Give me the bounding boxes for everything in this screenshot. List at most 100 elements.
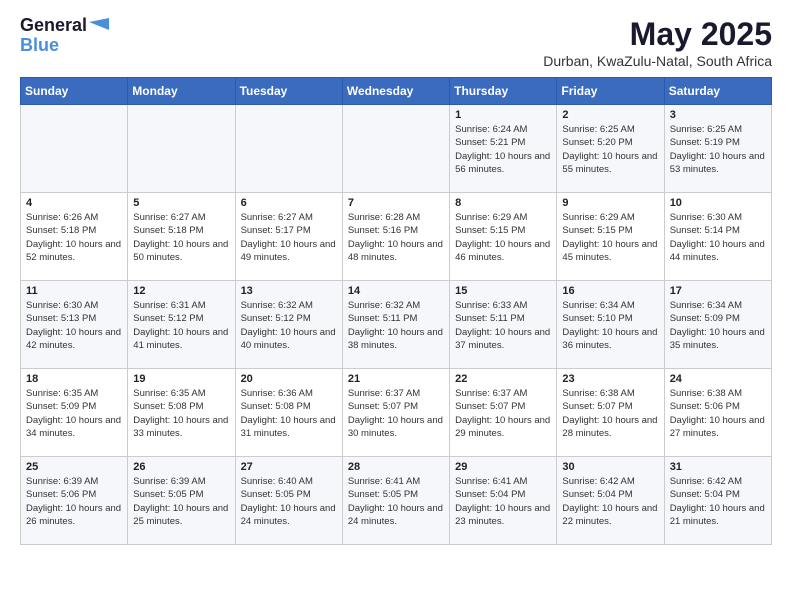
day-content: Sunrise: 6:42 AM Sunset: 5:04 PM Dayligh…: [562, 475, 658, 528]
day-cell: 15 Sunrise: 6:33 AM Sunset: 5:11 PM Dayli…: [450, 281, 557, 369]
day-content: Sunrise: 6:35 AM Sunset: 5:08 PM Dayligh…: [133, 387, 229, 440]
day-number: 5: [133, 197, 229, 209]
day-content: Sunrise: 6:40 AM Sunset: 5:05 PM Dayligh…: [241, 475, 337, 528]
header-cell-friday: Friday: [557, 78, 664, 105]
day-cell: 12Sunrise: 6:31 AM Sunset: 5:12 PM Dayli…: [128, 281, 235, 369]
day-number: 31: [670, 461, 766, 473]
day-number: 29: [455, 461, 551, 473]
day-number: 17: [670, 285, 766, 297]
week-row-4: 18 Sunrise: 6:35 AM Sunset: 5:09 PM Dayli…: [21, 369, 772, 457]
day-cell: 3 Sunrise: 6:25 AM Sunset: 5:19 PM Daylig…: [664, 105, 771, 193]
day-content: Sunrise: 6:27 AM Sunset: 5:17 PM Dayligh…: [241, 211, 337, 264]
week-row-2: 4 Sunrise: 6:26 AM Sunset: 5:18 PM Daylig…: [21, 193, 772, 281]
day-number: 4: [26, 197, 122, 209]
logo: General Blue: [20, 16, 109, 56]
day-content: Sunrise: 6:41 AM Sunset: 5:04 PM Dayligh…: [455, 475, 551, 528]
day-content: Sunrise: 6:42 AM Sunset: 5:04 PM Dayligh…: [670, 475, 766, 528]
day-number: 3: [670, 109, 766, 121]
day-content: Sunrise: 6:25 AM Sunset: 5:19 PM Dayligh…: [670, 123, 766, 176]
day-number: 21: [348, 373, 444, 385]
day-content: Sunrise: 6:41 AM Sunset: 5:05 PM Dayligh…: [348, 475, 444, 528]
day-cell: 9 Sunrise: 6:29 AM Sunset: 5:15 PM Daylig…: [557, 193, 664, 281]
day-cell: 1Sunrise: 6:24 AM Sunset: 5:21 PM Daylig…: [450, 105, 557, 193]
day-cell: 24 Sunrise: 6:38 AM Sunset: 5:06 PM Dayli…: [664, 369, 771, 457]
day-cell: 20Sunrise: 6:36 AM Sunset: 5:08 PM Dayli…: [235, 369, 342, 457]
day-cell: 26 Sunrise: 6:39 AM Sunset: 5:05 PM Dayli…: [128, 457, 235, 545]
day-cell: 29 Sunrise: 6:41 AM Sunset: 5:04 PM Dayli…: [450, 457, 557, 545]
day-number: 20: [241, 373, 337, 385]
day-cell: 8 Sunrise: 6:29 AM Sunset: 5:15 PM Daylig…: [450, 193, 557, 281]
day-content: Sunrise: 6:26 AM Sunset: 5:18 PM Dayligh…: [26, 211, 122, 264]
week-row-1: 1Sunrise: 6:24 AM Sunset: 5:21 PM Daylig…: [21, 105, 772, 193]
day-number: 13: [241, 285, 337, 297]
day-content: Sunrise: 6:34 AM Sunset: 5:09 PM Dayligh…: [670, 299, 766, 352]
day-number: 8: [455, 197, 551, 209]
day-cell: 4 Sunrise: 6:26 AM Sunset: 5:18 PM Daylig…: [21, 193, 128, 281]
day-cell: [128, 105, 235, 193]
day-content: Sunrise: 6:34 AM Sunset: 5:10 PM Dayligh…: [562, 299, 658, 352]
day-cell: 25 Sunrise: 6:39 AM Sunset: 5:06 PM Dayli…: [21, 457, 128, 545]
day-cell: 30 Sunrise: 6:42 AM Sunset: 5:04 PM Dayli…: [557, 457, 664, 545]
day-content: Sunrise: 6:31 AM Sunset: 5:12 PM Dayligh…: [133, 299, 229, 352]
logo-general: General: [20, 16, 87, 36]
day-cell: 23Sunrise: 6:38 AM Sunset: 5:07 PM Dayli…: [557, 369, 664, 457]
header-cell-tuesday: Tuesday: [235, 78, 342, 105]
day-cell: 22 Sunrise: 6:37 AM Sunset: 5:07 PM Dayli…: [450, 369, 557, 457]
day-content: Sunrise: 6:39 AM Sunset: 5:06 PM Dayligh…: [26, 475, 122, 528]
header-cell-wednesday: Wednesday: [342, 78, 449, 105]
month-title: May 2025: [543, 16, 772, 53]
day-number: 2: [562, 109, 658, 121]
day-content: Sunrise: 6:37 AM Sunset: 5:07 PM Dayligh…: [455, 387, 551, 440]
day-cell: 11 Sunrise: 6:30 AM Sunset: 5:13 PM Dayli…: [21, 281, 128, 369]
day-content: Sunrise: 6:35 AM Sunset: 5:09 PM Dayligh…: [26, 387, 122, 440]
day-content: Sunrise: 6:32 AM Sunset: 5:12 PM Dayligh…: [241, 299, 337, 352]
day-content: Sunrise: 6:25 AM Sunset: 5:20 PM Dayligh…: [562, 123, 658, 176]
day-cell: [235, 105, 342, 193]
day-number: 18: [26, 373, 122, 385]
location: Durban, KwaZulu-Natal, South Africa: [543, 53, 772, 69]
day-cell: 2 Sunrise: 6:25 AM Sunset: 5:20 PM Daylig…: [557, 105, 664, 193]
day-cell: [21, 105, 128, 193]
day-number: 22: [455, 373, 551, 385]
day-content: Sunrise: 6:32 AM Sunset: 5:11 PM Dayligh…: [348, 299, 444, 352]
day-number: 15: [455, 285, 551, 297]
header-row: SundayMondayTuesdayWednesdayThursdayFrid…: [21, 78, 772, 105]
day-cell: 14 Sunrise: 6:32 AM Sunset: 5:11 PM Dayli…: [342, 281, 449, 369]
logo-blue: Blue: [20, 36, 59, 56]
day-content: Sunrise: 6:28 AM Sunset: 5:16 PM Dayligh…: [348, 211, 444, 264]
day-number: 19: [133, 373, 229, 385]
day-cell: 31 Sunrise: 6:42 AM Sunset: 5:04 PM Dayli…: [664, 457, 771, 545]
day-number: 11: [26, 285, 122, 297]
day-content: Sunrise: 6:33 AM Sunset: 5:11 PM Dayligh…: [455, 299, 551, 352]
day-number: 9: [562, 197, 658, 209]
day-content: Sunrise: 6:30 AM Sunset: 5:13 PM Dayligh…: [26, 299, 122, 352]
day-number: 16: [562, 285, 658, 297]
day-content: Sunrise: 6:38 AM Sunset: 5:06 PM Dayligh…: [670, 387, 766, 440]
day-cell: 19 Sunrise: 6:35 AM Sunset: 5:08 PM Dayli…: [128, 369, 235, 457]
header-cell-saturday: Saturday: [664, 78, 771, 105]
day-number: 26: [133, 461, 229, 473]
logo-arrow-icon: [89, 14, 109, 34]
day-cell: 16 Sunrise: 6:34 AM Sunset: 5:10 PM Dayli…: [557, 281, 664, 369]
title-block: May 2025 Durban, KwaZulu-Natal, South Af…: [543, 16, 772, 69]
day-content: Sunrise: 6:29 AM Sunset: 5:15 PM Dayligh…: [562, 211, 658, 264]
header-cell-sunday: Sunday: [21, 78, 128, 105]
day-number: 24: [670, 373, 766, 385]
header-cell-thursday: Thursday: [450, 78, 557, 105]
day-number: 27: [241, 461, 337, 473]
day-number: 30: [562, 461, 658, 473]
day-number: 28: [348, 461, 444, 473]
week-row-3: 11 Sunrise: 6:30 AM Sunset: 5:13 PM Dayli…: [21, 281, 772, 369]
day-cell: 21Sunrise: 6:37 AM Sunset: 5:07 PM Dayli…: [342, 369, 449, 457]
day-content: Sunrise: 6:30 AM Sunset: 5:14 PM Dayligh…: [670, 211, 766, 264]
day-content: Sunrise: 6:39 AM Sunset: 5:05 PM Dayligh…: [133, 475, 229, 528]
day-number: 14: [348, 285, 444, 297]
calendar-table: SundayMondayTuesdayWednesdayThursdayFrid…: [20, 77, 772, 545]
day-cell: 5Sunrise: 6:27 AM Sunset: 5:18 PM Daylig…: [128, 193, 235, 281]
day-number: 7: [348, 197, 444, 209]
day-number: 1: [455, 109, 551, 121]
day-number: 25: [26, 461, 122, 473]
page-header: General Blue May 2025 Durban, KwaZulu-Na…: [20, 16, 772, 69]
day-content: Sunrise: 6:29 AM Sunset: 5:15 PM Dayligh…: [455, 211, 551, 264]
day-number: 23: [562, 373, 658, 385]
